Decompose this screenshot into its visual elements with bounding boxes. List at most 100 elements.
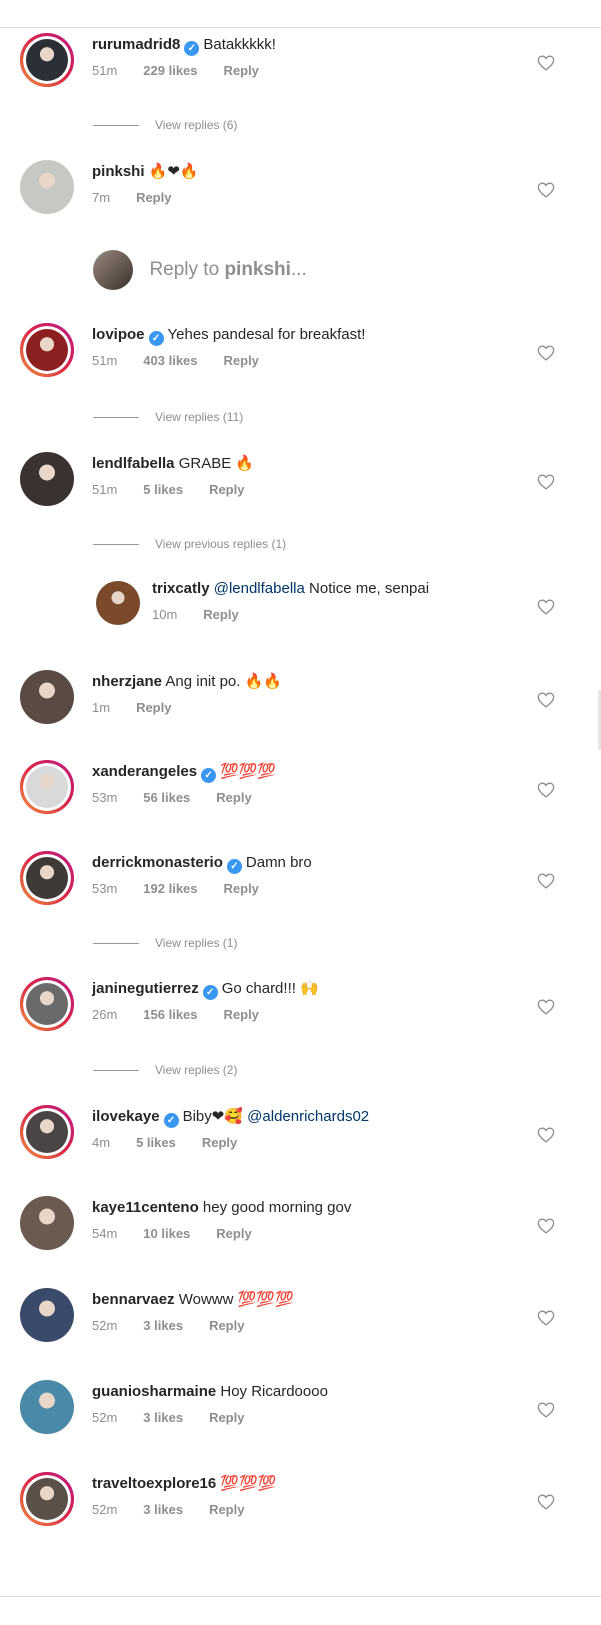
like-heart-icon[interactable] bbox=[537, 1127, 555, 1143]
username[interactable]: janinegutierrez bbox=[92, 980, 199, 997]
username[interactable]: lovipoe bbox=[92, 326, 145, 343]
username[interactable]: xanderangeles bbox=[92, 763, 197, 780]
like-heart-icon[interactable] bbox=[537, 782, 555, 798]
timestamp: 53m bbox=[92, 790, 118, 805]
avatar[interactable] bbox=[20, 670, 74, 724]
like-heart-icon[interactable] bbox=[537, 55, 555, 71]
comment-text: Notice me, senpai bbox=[309, 580, 430, 597]
likes-count[interactable]: 56 likes bbox=[143, 790, 190, 805]
comment-row: rurumadrid8 ✓ Batakkkkk! 51m 229 likes Reply bbox=[0, 33, 601, 103]
reply-button[interactable]: Reply bbox=[209, 1318, 244, 1333]
comment-text-line: lendlfabella GRABE 🔥 bbox=[92, 455, 254, 473]
username[interactable]: ilovekaye bbox=[92, 1108, 160, 1125]
mention-link[interactable]: @aldenrichards02 bbox=[243, 1108, 369, 1125]
avatar[interactable] bbox=[20, 977, 74, 1031]
timestamp: 51m bbox=[92, 482, 118, 497]
avatar[interactable] bbox=[96, 581, 140, 625]
view-replies-label: View replies (11) bbox=[155, 410, 244, 424]
view-replies-link[interactable]: View replies (6) bbox=[93, 118, 237, 134]
avatar[interactable] bbox=[20, 760, 74, 814]
likes-count[interactable]: 3 likes bbox=[143, 1410, 183, 1425]
avatar[interactable] bbox=[20, 1196, 74, 1250]
reply-button[interactable]: Reply bbox=[202, 1135, 237, 1150]
view-replies-link[interactable]: View replies (11) bbox=[93, 410, 243, 426]
comment-text: 🔥❤🔥 bbox=[148, 163, 199, 180]
comment-text-line: lovipoe ✓ Yehes pandesal for breakfast! bbox=[92, 326, 365, 346]
likes-count[interactable]: 403 likes bbox=[143, 353, 197, 368]
like-heart-icon[interactable] bbox=[537, 1218, 555, 1234]
like-heart-icon[interactable] bbox=[537, 474, 555, 490]
likes-count[interactable]: 229 likes bbox=[143, 63, 197, 78]
view-replies-link[interactable]: View replies (2) bbox=[93, 1063, 237, 1079]
reply-button[interactable]: Reply bbox=[224, 63, 259, 78]
like-heart-icon[interactable] bbox=[537, 182, 555, 198]
avatar[interactable] bbox=[20, 1288, 74, 1342]
verified-badge-icon: ✓ bbox=[184, 41, 200, 56]
avatar[interactable] bbox=[20, 160, 74, 214]
comment-text-line: nherzjane Ang init po. 🔥🔥 bbox=[92, 673, 282, 691]
view-previous-replies-link[interactable]: View previous replies (1) bbox=[93, 537, 286, 553]
reply-button[interactable]: Reply bbox=[224, 881, 259, 896]
like-heart-icon[interactable] bbox=[537, 345, 555, 361]
username[interactable]: lendlfabella bbox=[92, 455, 175, 472]
like-heart-icon[interactable] bbox=[537, 1310, 555, 1326]
likes-count[interactable]: 10 likes bbox=[143, 1226, 190, 1241]
likes-count[interactable]: 156 likes bbox=[143, 1007, 197, 1022]
username[interactable]: trixcatly bbox=[152, 580, 210, 597]
current-user-avatar bbox=[93, 250, 133, 290]
reply-button[interactable]: Reply bbox=[209, 482, 244, 497]
avatar[interactable] bbox=[20, 323, 74, 377]
likes-count[interactable]: 192 likes bbox=[143, 881, 197, 896]
reply-button[interactable]: Reply bbox=[136, 190, 171, 205]
reply-button[interactable]: Reply bbox=[216, 790, 251, 805]
like-heart-icon[interactable] bbox=[537, 1402, 555, 1418]
likes-count[interactable]: 3 likes bbox=[143, 1318, 183, 1333]
reply-button[interactable]: Reply bbox=[203, 607, 238, 622]
avatar[interactable] bbox=[20, 1105, 74, 1159]
timestamp: 52m bbox=[92, 1502, 118, 1517]
reply-button[interactable]: Reply bbox=[216, 1226, 251, 1241]
username[interactable]: derrickmonasterio bbox=[92, 854, 223, 871]
like-heart-icon[interactable] bbox=[537, 1494, 555, 1510]
username[interactable]: rurumadrid8 bbox=[92, 36, 180, 53]
avatar[interactable] bbox=[20, 1472, 74, 1526]
reply-input[interactable]: Reply to pinkshi... bbox=[93, 250, 307, 294]
likes-count[interactable]: 3 likes bbox=[143, 1502, 183, 1517]
reply-button[interactable]: Reply bbox=[209, 1502, 244, 1517]
comment-row: derrickmonasterio ✓ Damn bro 53m 192 likes Re… bbox=[0, 851, 601, 921]
reply-button[interactable]: Reply bbox=[224, 353, 259, 368]
username[interactable]: nherzjane bbox=[92, 673, 162, 690]
comment-text: Yehes pandesal for breakfast! bbox=[167, 326, 366, 343]
view-replies-label: View previous replies (1) bbox=[155, 537, 287, 551]
view-replies-link[interactable]: View replies (1) bbox=[93, 936, 237, 952]
verified-badge-icon: ✓ bbox=[148, 331, 164, 346]
mention-link[interactable]: @lendlfabella bbox=[214, 580, 309, 597]
reply-button[interactable]: Reply bbox=[209, 1410, 244, 1425]
like-heart-icon[interactable] bbox=[537, 999, 555, 1015]
avatar[interactable] bbox=[20, 33, 74, 87]
like-heart-icon[interactable] bbox=[537, 599, 555, 615]
likes-count[interactable]: 5 likes bbox=[143, 482, 183, 497]
top-divider bbox=[0, 27, 601, 28]
username[interactable]: guaniosharmaine bbox=[92, 1383, 216, 1400]
comment-text: Go chard!!! 🙌 bbox=[221, 980, 319, 997]
comment-text: 💯💯💯 bbox=[220, 1475, 277, 1492]
comment-text-line: janinegutierrez ✓ Go chard!!! 🙌 bbox=[92, 980, 319, 1000]
like-heart-icon[interactable] bbox=[537, 692, 555, 708]
comment-text-line: xanderangeles ✓ 💯💯💯 bbox=[92, 763, 276, 783]
reply-button[interactable]: Reply bbox=[224, 1007, 259, 1022]
comment-text-line: bennarvaez Wowww 💯💯💯 bbox=[92, 1291, 294, 1309]
timestamp: 7m bbox=[92, 190, 111, 205]
likes-count[interactable]: 5 likes bbox=[136, 1135, 176, 1150]
username[interactable]: pinkshi bbox=[92, 163, 145, 180]
timestamp: 52m bbox=[92, 1410, 118, 1425]
username[interactable]: kaye11centeno bbox=[92, 1199, 199, 1216]
avatar[interactable] bbox=[20, 851, 74, 905]
reply-button[interactable]: Reply bbox=[136, 700, 171, 715]
username[interactable]: bennarvaez bbox=[92, 1291, 175, 1308]
timestamp: 4m bbox=[92, 1135, 111, 1150]
avatar[interactable] bbox=[20, 452, 74, 506]
username[interactable]: traveltoexplore16 bbox=[92, 1475, 216, 1492]
like-heart-icon[interactable] bbox=[537, 873, 555, 889]
avatar[interactable] bbox=[20, 1380, 74, 1434]
